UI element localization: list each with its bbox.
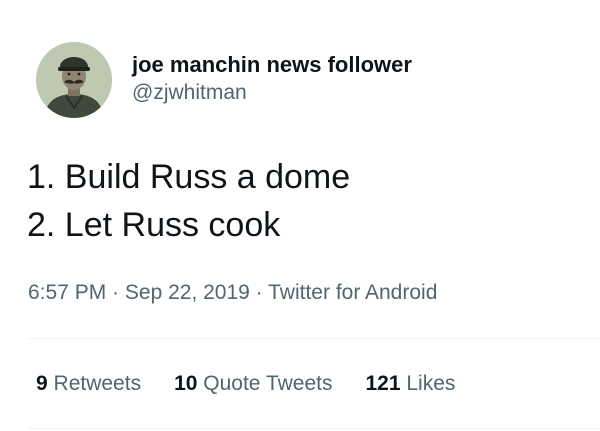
tweet-card: joe manchin news follower @zjwhitman 1. … xyxy=(0,0,600,431)
retweets-stat[interactable]: 9 Retweets xyxy=(36,372,141,396)
tweet-metadata: 6:57 PM · Sep 22, 2019 · Twitter for And… xyxy=(28,281,437,305)
likes-stat[interactable]: 121 Likes xyxy=(365,372,455,396)
tweet-line: 2. Let Russ cook xyxy=(27,206,281,244)
retweets-label: Retweets xyxy=(53,372,142,395)
divider xyxy=(28,338,600,339)
likes-label: Likes xyxy=(406,372,456,395)
retweets-count: 9 xyxy=(36,372,48,395)
tweet-line: 1. Build Russ a dome xyxy=(27,158,351,196)
tweet-source[interactable]: Twitter for Android xyxy=(268,281,437,304)
author-names: joe manchin news follower @zjwhitman xyxy=(132,51,412,107)
avatar[interactable] xyxy=(36,42,112,118)
author-display-name[interactable]: joe manchin news follower xyxy=(132,51,412,79)
tweet-stats: 9 Retweets 10 Quote Tweets 121 Likes xyxy=(36,372,488,396)
author-handle[interactable]: @zjwhitman xyxy=(132,79,412,107)
divider xyxy=(28,428,600,429)
tweet-header: joe manchin news follower @zjwhitman xyxy=(36,42,412,118)
profile-photo-icon xyxy=(36,42,112,118)
tweet-date[interactable]: Sep 22, 2019 xyxy=(125,281,250,304)
quote-tweets-count: 10 xyxy=(174,372,198,395)
tweet-text: 1. Build Russ a dome 2. Let Russ cook xyxy=(27,153,350,249)
likes-count: 121 xyxy=(365,372,401,395)
quote-tweets-label: Quote Tweets xyxy=(203,372,333,395)
meta-separator: · xyxy=(106,281,125,304)
tweet-time[interactable]: 6:57 PM xyxy=(28,281,106,304)
meta-separator: · xyxy=(249,281,269,304)
quote-tweets-stat[interactable]: 10 Quote Tweets xyxy=(174,372,332,396)
